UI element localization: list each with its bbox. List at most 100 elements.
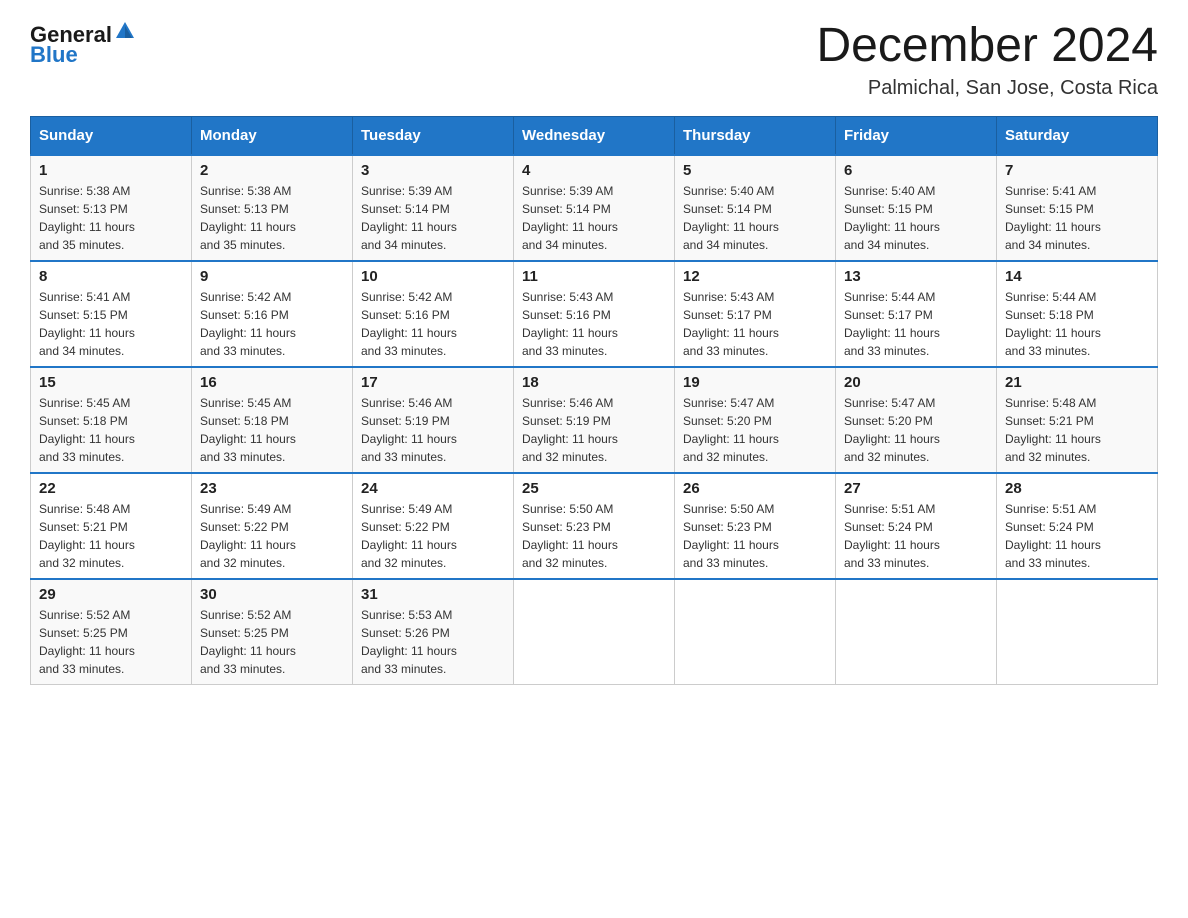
calendar-cell: 4 Sunrise: 5:39 AMSunset: 5:14 PMDaylight… [514,155,675,261]
day-info: Sunrise: 5:41 AMSunset: 5:15 PMDaylight:… [1005,182,1149,254]
day-info: Sunrise: 5:47 AMSunset: 5:20 PMDaylight:… [683,394,827,466]
calendar-cell: 2Sunrise: 5:38 AMSunset: 5:13 PMDaylight… [192,155,353,261]
calendar-cell: 17 Sunrise: 5:46 AMSunset: 5:19 PMDayligh… [353,367,514,473]
calendar-cell: 29 Sunrise: 5:52 AMSunset: 5:25 PMDayligh… [31,579,192,685]
calendar-cell: 8 Sunrise: 5:41 AMSunset: 5:15 PMDaylight… [31,261,192,367]
calendar-cell: 3Sunrise: 5:39 AMSunset: 5:14 PMDaylight… [353,155,514,261]
day-info: Sunrise: 5:49 AMSunset: 5:22 PMDaylight:… [361,500,505,572]
calendar-cell [514,579,675,685]
calendar-cell: 30 Sunrise: 5:52 AMSunset: 5:25 PMDayligh… [192,579,353,685]
calendar-cell: 16 Sunrise: 5:45 AMSunset: 5:18 PMDayligh… [192,367,353,473]
day-info: Sunrise: 5:51 AMSunset: 5:24 PMDaylight:… [1005,500,1149,572]
header: General Blue December 2024 Palmichal, Sa… [30,20,1158,100]
day-info: Sunrise: 5:39 AMSunset: 5:14 PMDaylight:… [361,182,505,254]
calendar-cell: 24 Sunrise: 5:49 AMSunset: 5:22 PMDayligh… [353,473,514,579]
day-number: 24 [361,480,505,497]
calendar-cell: 23 Sunrise: 5:49 AMSunset: 5:22 PMDayligh… [192,473,353,579]
calendar-cell [836,579,997,685]
day-info: Sunrise: 5:44 AMSunset: 5:17 PMDaylight:… [844,288,988,360]
logo-text-blue: Blue [30,42,78,67]
day-number: 27 [844,480,988,497]
day-number: 28 [1005,480,1149,497]
calendar-cell: 6 Sunrise: 5:40 AMSunset: 5:15 PMDaylight… [836,155,997,261]
day-number: 16 [200,374,344,391]
calendar-cell: 27 Sunrise: 5:51 AMSunset: 5:24 PMDayligh… [836,473,997,579]
calendar-cell: 11Sunrise: 5:43 AMSunset: 5:16 PMDayligh… [514,261,675,367]
day-info: Sunrise: 5:38 AMSunset: 5:13 PMDaylight:… [200,182,344,254]
day-number: 12 [683,268,827,285]
day-number: 17 [361,374,505,391]
day-info: Sunrise: 5:42 AMSunset: 5:16 PMDaylight:… [361,288,505,360]
day-info: Sunrise: 5:51 AMSunset: 5:24 PMDaylight:… [844,500,988,572]
calendar-cell: 21 Sunrise: 5:48 AMSunset: 5:21 PMDayligh… [997,367,1158,473]
calendar-header: SundayMondayTuesdayWednesdayThursdayFrid… [31,116,1158,155]
day-info: Sunrise: 5:52 AMSunset: 5:25 PMDaylight:… [39,606,183,678]
day-number: 8 [39,268,183,285]
day-number: 13 [844,268,988,285]
header-tuesday: Tuesday [353,116,514,155]
day-number: 1 [39,162,183,179]
calendar-cell: 28 Sunrise: 5:51 AMSunset: 5:24 PMDayligh… [997,473,1158,579]
day-number: 15 [39,374,183,391]
calendar-cell: 22 Sunrise: 5:48 AMSunset: 5:21 PMDayligh… [31,473,192,579]
day-number: 21 [1005,374,1149,391]
day-number: 20 [844,374,988,391]
day-info: Sunrise: 5:40 AMSunset: 5:15 PMDaylight:… [844,182,988,254]
day-number: 6 [844,162,988,179]
header-saturday: Saturday [997,116,1158,155]
day-info: Sunrise: 5:48 AMSunset: 5:21 PMDaylight:… [39,500,183,572]
title-area: December 2024 Palmichal, San Jose, Costa… [816,20,1158,100]
header-sunday: Sunday [31,116,192,155]
day-number: 7 [1005,162,1149,179]
calendar-cell: 13 Sunrise: 5:44 AMSunset: 5:17 PMDayligh… [836,261,997,367]
calendar-cell: 7 Sunrise: 5:41 AMSunset: 5:15 PMDaylight… [997,155,1158,261]
day-info: Sunrise: 5:48 AMSunset: 5:21 PMDaylight:… [1005,394,1149,466]
calendar-cell: 20Sunrise: 5:47 AMSunset: 5:20 PMDayligh… [836,367,997,473]
day-info: Sunrise: 5:52 AMSunset: 5:25 PMDaylight:… [200,606,344,678]
day-number: 14 [1005,268,1149,285]
day-number: 11 [522,268,666,285]
day-info: Sunrise: 5:50 AMSunset: 5:23 PMDaylight:… [683,500,827,572]
calendar-cell: 15 Sunrise: 5:45 AMSunset: 5:18 PMDayligh… [31,367,192,473]
day-info: Sunrise: 5:46 AMSunset: 5:19 PMDaylight:… [361,394,505,466]
header-wednesday: Wednesday [514,116,675,155]
day-info: Sunrise: 5:39 AMSunset: 5:14 PMDaylight:… [522,182,666,254]
day-number: 10 [361,268,505,285]
calendar-cell: 19 Sunrise: 5:47 AMSunset: 5:20 PMDayligh… [675,367,836,473]
calendar-cell: 5 Sunrise: 5:40 AMSunset: 5:14 PMDaylight… [675,155,836,261]
day-info: Sunrise: 5:41 AMSunset: 5:15 PMDaylight:… [39,288,183,360]
day-info: Sunrise: 5:53 AMSunset: 5:26 PMDaylight:… [361,606,505,678]
day-number: 9 [200,268,344,285]
calendar-table: SundayMondayTuesdayWednesdayThursdayFrid… [30,116,1158,685]
day-info: Sunrise: 5:45 AMSunset: 5:18 PMDaylight:… [39,394,183,466]
day-number: 22 [39,480,183,497]
calendar-cell: 12 Sunrise: 5:43 AMSunset: 5:17 PMDayligh… [675,261,836,367]
week-row-4: 22 Sunrise: 5:48 AMSunset: 5:21 PMDayligh… [31,473,1158,579]
day-number: 30 [200,586,344,603]
day-number: 4 [522,162,666,179]
day-info: Sunrise: 5:40 AMSunset: 5:14 PMDaylight:… [683,182,827,254]
day-info: Sunrise: 5:43 AMSunset: 5:17 PMDaylight:… [683,288,827,360]
location-subtitle: Palmichal, San Jose, Costa Rica [816,77,1158,100]
header-monday: Monday [192,116,353,155]
day-info: Sunrise: 5:49 AMSunset: 5:22 PMDaylight:… [200,500,344,572]
day-number: 23 [200,480,344,497]
day-number: 19 [683,374,827,391]
header-row: SundayMondayTuesdayWednesdayThursdayFrid… [31,116,1158,155]
calendar-cell: 26Sunrise: 5:50 AMSunset: 5:23 PMDayligh… [675,473,836,579]
day-number: 31 [361,586,505,603]
calendar-cell: 25Sunrise: 5:50 AMSunset: 5:23 PMDayligh… [514,473,675,579]
calendar-cell: 1 Sunrise: 5:38 AMSunset: 5:13 PMDaylight… [31,155,192,261]
day-number: 29 [39,586,183,603]
day-number: 5 [683,162,827,179]
calendar-cell [675,579,836,685]
day-info: Sunrise: 5:38 AMSunset: 5:13 PMDaylight:… [39,182,183,254]
day-info: Sunrise: 5:45 AMSunset: 5:18 PMDaylight:… [200,394,344,466]
calendar-cell: 9Sunrise: 5:42 AMSunset: 5:16 PMDaylight… [192,261,353,367]
day-info: Sunrise: 5:46 AMSunset: 5:19 PMDaylight:… [522,394,666,466]
logo-icon [114,20,136,42]
day-number: 18 [522,374,666,391]
calendar-cell: 18 Sunrise: 5:46 AMSunset: 5:19 PMDayligh… [514,367,675,473]
day-number: 25 [522,480,666,497]
day-info: Sunrise: 5:44 AMSunset: 5:18 PMDaylight:… [1005,288,1149,360]
